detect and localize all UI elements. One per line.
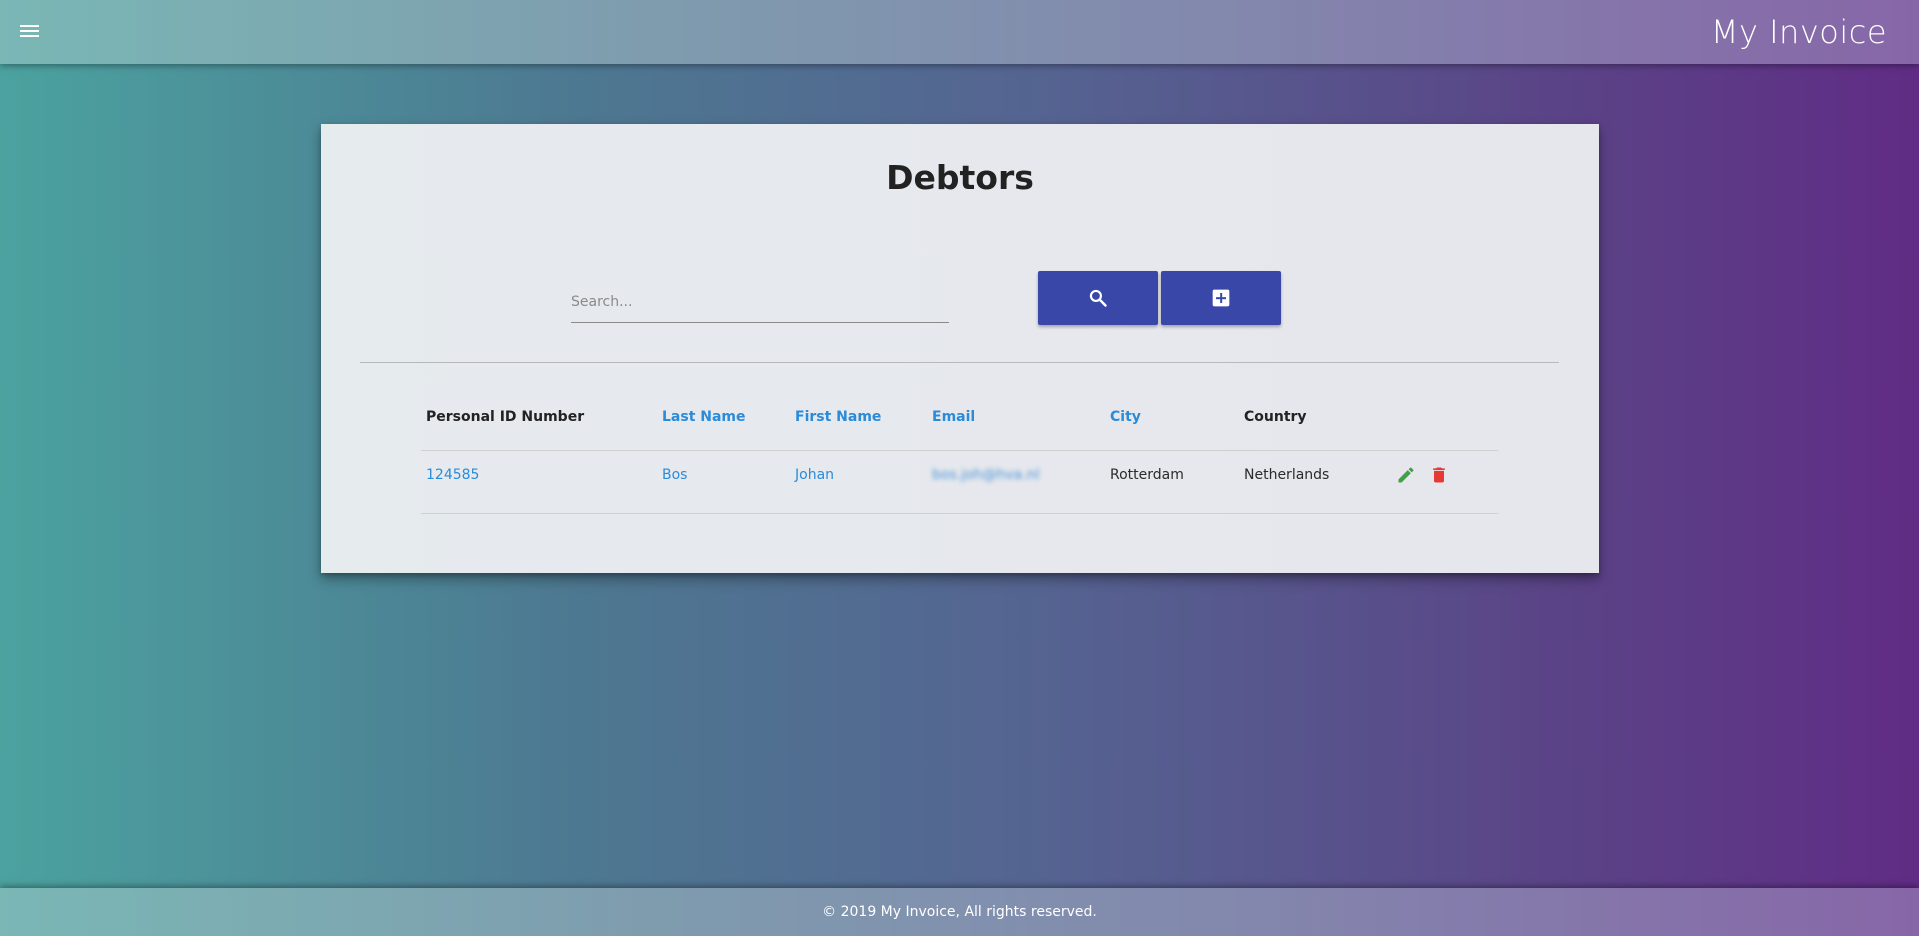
section-divider bbox=[360, 362, 1559, 363]
table-header-divider bbox=[421, 450, 1498, 451]
cell-email[interactable]: bos.joh@hva.nl bbox=[932, 462, 1039, 488]
search-button[interactable] bbox=[1038, 271, 1158, 325]
footer: © 2019 My Invoice, All rights reserved. bbox=[0, 888, 1919, 936]
search-icon bbox=[1089, 289, 1107, 307]
hamburger-menu-icon[interactable] bbox=[18, 22, 42, 42]
column-header-first-name[interactable]: First Name bbox=[795, 404, 881, 430]
cell-city: Rotterdam bbox=[1110, 467, 1184, 483]
search-input[interactable] bbox=[571, 284, 947, 320]
page-title: Debtors bbox=[886, 158, 1034, 197]
column-header-personal-id: Personal ID Number bbox=[426, 409, 585, 425]
column-header-country: Country bbox=[1244, 409, 1307, 425]
add-box-icon bbox=[1212, 289, 1230, 307]
column-header-last-name[interactable]: Last Name bbox=[662, 404, 746, 430]
top-app-bar: My Invoice bbox=[0, 0, 1919, 64]
copyright-text: © 2019 My Invoice, All rights reserved. bbox=[822, 904, 1097, 920]
edit-button[interactable] bbox=[1396, 465, 1416, 485]
table-header-row: Personal ID Number Last Name First Name … bbox=[421, 404, 1498, 430]
debtors-card: Debtors Personal ID Number Last Name Fir… bbox=[321, 124, 1599, 573]
search-field bbox=[571, 284, 949, 323]
cell-last-name[interactable]: Bos bbox=[662, 462, 687, 488]
cell-personal-id[interactable]: 124585 bbox=[426, 462, 479, 488]
trash-icon bbox=[1433, 467, 1445, 483]
column-header-email[interactable]: Email bbox=[932, 404, 975, 430]
delete-button[interactable] bbox=[1429, 465, 1449, 485]
cell-first-name[interactable]: Johan bbox=[795, 462, 834, 488]
table-row-divider bbox=[421, 513, 1498, 514]
column-header-city[interactable]: City bbox=[1110, 404, 1141, 430]
table-row: 124585 Bos Johan bos.joh@hva.nl Rotterda… bbox=[421, 462, 1498, 488]
cell-country: Netherlands bbox=[1244, 467, 1330, 483]
app-title: My Invoice bbox=[1710, 13, 1887, 51]
add-debtor-button[interactable] bbox=[1161, 271, 1281, 325]
pencil-icon bbox=[1398, 467, 1414, 483]
